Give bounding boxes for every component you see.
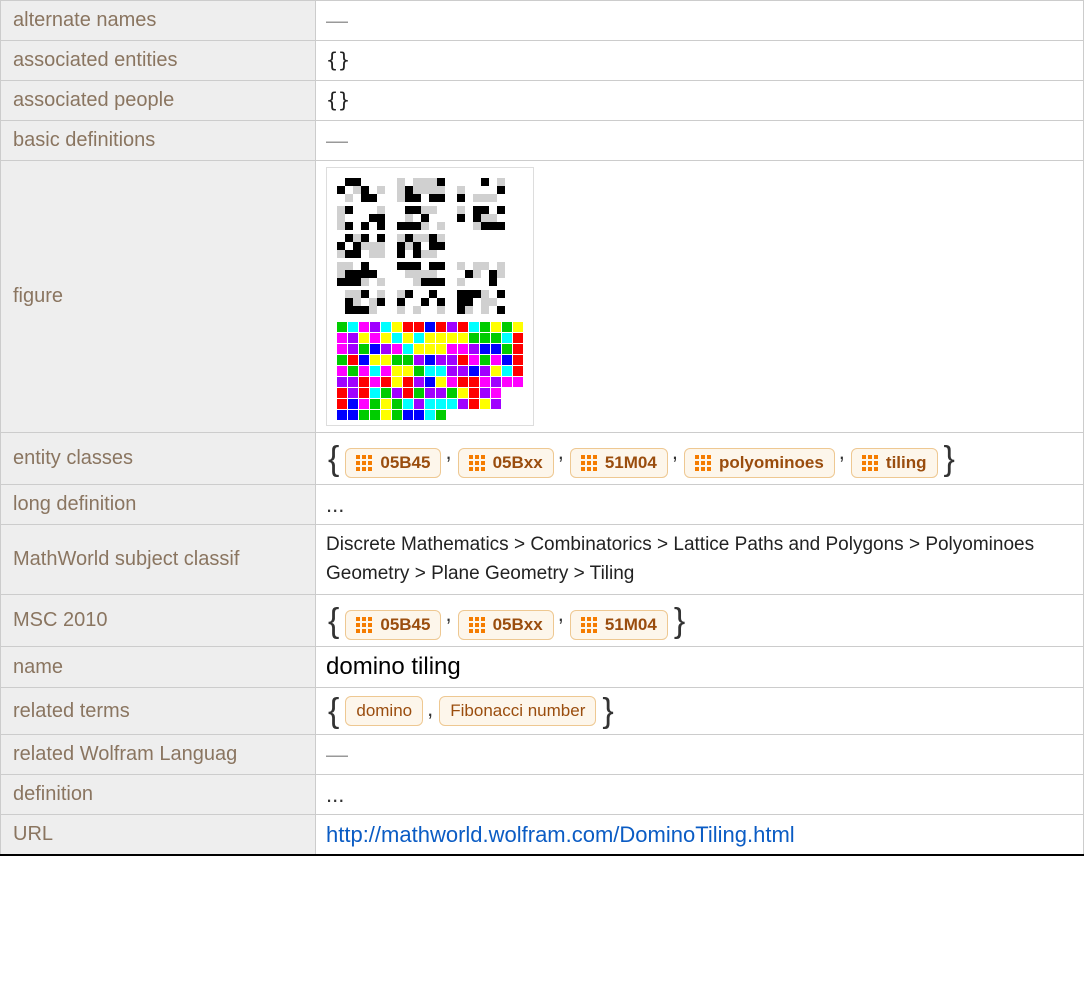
open-brace: { (326, 694, 341, 728)
row-definition: definition ... (1, 775, 1084, 815)
entity-chip[interactable]: 05Bxx (458, 448, 554, 478)
entity-chip[interactable]: polyominoes (684, 448, 835, 478)
chip-label: polyominoes (719, 453, 824, 473)
grid-icon (469, 617, 485, 633)
dash-value: — (326, 8, 348, 33)
label-associated-entities: associated entities (1, 41, 316, 81)
chip-label: Fibonacci number (450, 701, 585, 721)
row-long-definition: long definition ... (1, 485, 1084, 525)
grid-icon (581, 617, 597, 633)
figure-image (326, 167, 534, 426)
dash-value: — (326, 128, 348, 153)
grid-icon (469, 455, 485, 471)
separator: , (423, 696, 439, 721)
label-associated-people: associated people (1, 81, 316, 121)
value-basic-definitions: — (316, 121, 1084, 161)
chip-label: tiling (886, 453, 927, 473)
entity-chip[interactable]: 05Bxx (458, 610, 554, 640)
label-definition: definition (1, 775, 316, 815)
separator: , (554, 601, 570, 626)
subject-line-1: Discrete Mathematics > Combinatorics > L… (326, 531, 1073, 560)
value-associated-entities: {} (316, 41, 1084, 81)
chip-label: 05B45 (380, 453, 430, 473)
value-name: domino tiling (316, 647, 1084, 688)
value-long-definition: ... (316, 485, 1084, 525)
grid-icon (356, 617, 372, 633)
label-related-wl: related Wolfram Languag (1, 735, 316, 775)
entity-chip[interactable]: 05B45 (345, 610, 441, 640)
grid-icon (581, 455, 597, 471)
entity-chip[interactable]: Fibonacci number (439, 696, 596, 726)
chip-label: domino (356, 701, 412, 721)
separator: , (835, 439, 851, 464)
chip-label: 05Bxx (493, 453, 543, 473)
label-long-definition: long definition (1, 485, 316, 525)
value-alternate-names: — (316, 1, 1084, 41)
chip-label: 05Bxx (493, 615, 543, 635)
separator: , (441, 439, 457, 464)
separator: , (668, 439, 684, 464)
label-mathworld-subject: MathWorld subject classif (1, 525, 316, 595)
entity-chip[interactable]: 05B45 (345, 448, 441, 478)
ellipsis-value: ... (326, 782, 344, 807)
label-related-terms: related terms (1, 688, 316, 735)
properties-table: alternate names — associated entities {}… (0, 0, 1084, 856)
name-text: domino tiling (326, 653, 461, 680)
grid-icon (695, 455, 711, 471)
row-associated-people: associated people {} (1, 81, 1084, 121)
entity-chip[interactable]: 51M04 (570, 448, 668, 478)
empty-set: {} (326, 88, 350, 112)
value-mathworld-subject: Discrete Mathematics > Combinatorics > L… (316, 525, 1084, 595)
entity-chip[interactable]: tiling (851, 448, 938, 478)
row-url: URL http://mathworld.wolfram.com/DominoT… (1, 815, 1084, 856)
dash-value: — (326, 742, 348, 767)
row-alternate-names: alternate names — (1, 1, 1084, 41)
row-entity-classes: entity classes { 05B45, 05Bxx, 51M04, polyo… (1, 433, 1084, 485)
separator: , (441, 601, 457, 626)
label-entity-classes: entity classes (1, 433, 316, 485)
row-associated-entities: associated entities {} (1, 41, 1084, 81)
row-name: name domino tiling (1, 647, 1084, 688)
label-url: URL (1, 815, 316, 856)
ellipsis-value: ... (326, 492, 344, 517)
chip-label: 05B45 (380, 615, 430, 635)
value-related-wl: — (316, 735, 1084, 775)
chip-label: 51M04 (605, 453, 657, 473)
row-msc-2010: MSC 2010 { 05B45, 05Bxx, 51M04 } (1, 595, 1084, 647)
value-figure (316, 161, 1084, 433)
chip-label: 51M04 (605, 615, 657, 635)
grid-icon (356, 455, 372, 471)
grid-icon (862, 455, 878, 471)
value-related-terms: { domino, Fibonacci number } (316, 688, 1084, 735)
row-basic-definitions: basic definitions — (1, 121, 1084, 161)
row-figure: figure (1, 161, 1084, 433)
close-brace: } (942, 442, 957, 476)
value-associated-people: {} (316, 81, 1084, 121)
row-related-wl: related Wolfram Languag — (1, 735, 1084, 775)
subject-line-2: Geometry > Plane Geometry > Tiling (326, 560, 1073, 589)
url-link[interactable]: http://mathworld.wolfram.com/DominoTilin… (326, 822, 795, 847)
value-msc-2010: { 05B45, 05Bxx, 51M04 } (316, 595, 1084, 647)
label-figure: figure (1, 161, 316, 433)
value-url: http://mathworld.wolfram.com/DominoTilin… (316, 815, 1084, 856)
label-msc-2010: MSC 2010 (1, 595, 316, 647)
entity-chip[interactable]: 51M04 (570, 610, 668, 640)
separator: , (554, 439, 570, 464)
open-brace: { (326, 442, 341, 476)
value-entity-classes: { 05B45, 05Bxx, 51M04, polyominoes, tiling } (316, 433, 1084, 485)
open-brace: { (326, 604, 341, 638)
close-brace: } (672, 604, 687, 638)
row-related-terms: related terms { domino, Fibonacci number … (1, 688, 1084, 735)
value-definition: ... (316, 775, 1084, 815)
label-alternate-names: alternate names (1, 1, 316, 41)
label-basic-definitions: basic definitions (1, 121, 316, 161)
close-brace: } (600, 694, 615, 728)
label-name: name (1, 647, 316, 688)
row-mathworld-subject: MathWorld subject classif Discrete Mathe… (1, 525, 1084, 595)
empty-set: {} (326, 48, 350, 72)
entity-chip[interactable]: domino (345, 696, 423, 726)
